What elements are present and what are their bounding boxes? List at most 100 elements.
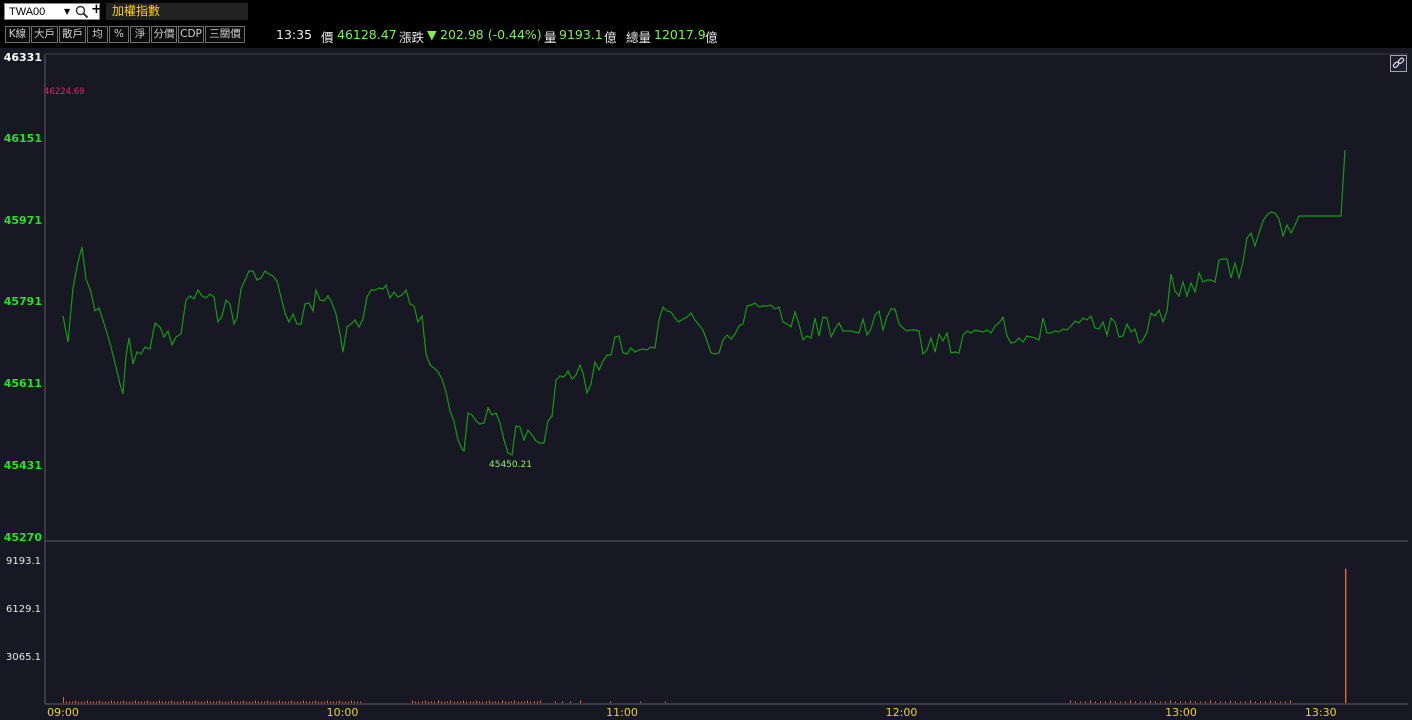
y-tick-label: 46331 xyxy=(4,51,42,64)
volume-bar xyxy=(418,701,419,703)
volume-bar xyxy=(243,700,244,703)
volume-bar xyxy=(537,701,538,703)
volume-bar xyxy=(75,700,76,703)
volume-bar xyxy=(315,700,316,703)
volume-bar xyxy=(1180,701,1181,703)
volume-bar xyxy=(1170,700,1171,703)
volume-bar xyxy=(186,701,187,703)
volume-bar xyxy=(153,701,154,703)
volume-bar xyxy=(126,701,127,703)
volume-bar xyxy=(291,700,292,703)
volume-bar xyxy=(1250,700,1251,703)
volume-bar xyxy=(540,700,541,703)
volume-bar xyxy=(306,701,307,703)
volume-bar xyxy=(207,700,208,703)
x-tick-label: 13:30 xyxy=(1305,706,1337,719)
volume-bar xyxy=(261,701,262,703)
volume-bar xyxy=(225,701,226,703)
volume-bar xyxy=(141,701,142,703)
volume-bar xyxy=(1080,701,1081,703)
volume-bar xyxy=(135,700,136,703)
volume-bar xyxy=(1175,701,1176,703)
volume-bar xyxy=(447,701,448,703)
y-tick-label: 45791 xyxy=(4,295,42,308)
volume-bar xyxy=(219,700,220,703)
volume-bar xyxy=(288,701,289,703)
volume-bar xyxy=(264,701,265,703)
volume-bar xyxy=(610,701,611,703)
volume-bar xyxy=(204,701,205,703)
volume-bar xyxy=(84,701,85,703)
volume-bar xyxy=(431,701,432,703)
volume-bar xyxy=(147,700,148,703)
volume-bar xyxy=(66,701,67,703)
volume-bar xyxy=(1075,701,1076,703)
volume-bar xyxy=(108,701,109,703)
volume-bar xyxy=(99,700,100,703)
volume-bar xyxy=(1280,701,1281,703)
volume-bar xyxy=(300,701,301,703)
volume-bar xyxy=(1215,701,1216,703)
volume-bar xyxy=(246,701,247,703)
volume-bar xyxy=(1125,701,1126,703)
volume-bar xyxy=(511,701,512,703)
volume-bar xyxy=(171,700,172,703)
volume-bar xyxy=(466,701,467,703)
volume-bar xyxy=(1120,701,1121,703)
volume-tick-label: 6129.1 xyxy=(6,604,41,615)
volume-bar xyxy=(1165,701,1166,703)
volume-bar xyxy=(348,701,349,703)
volume-bar xyxy=(177,701,178,703)
volume-bar xyxy=(1230,700,1231,703)
volume-bar xyxy=(434,701,435,703)
volume-bar xyxy=(279,700,280,703)
volume-bar xyxy=(231,700,232,703)
price-series-line xyxy=(62,149,1346,456)
volume-bar xyxy=(156,701,157,703)
volume-bar xyxy=(1200,701,1201,703)
volume-bar xyxy=(252,701,253,703)
volume-bar xyxy=(144,701,145,703)
volume-bar xyxy=(1155,701,1156,703)
volume-bar xyxy=(90,701,91,703)
volume-bar xyxy=(69,701,70,703)
volume-bar xyxy=(1265,701,1266,703)
volume-bar xyxy=(336,701,337,703)
volume-bar xyxy=(72,701,73,703)
volume-bar xyxy=(425,700,426,703)
volume-bar xyxy=(505,701,506,703)
volume-bar xyxy=(237,701,238,703)
volume-bar xyxy=(273,701,274,703)
link-icon[interactable] xyxy=(1390,55,1407,72)
volume-bar xyxy=(303,700,304,703)
volume-bar xyxy=(1240,701,1241,703)
volume-bar xyxy=(132,701,133,703)
volume-bar xyxy=(150,701,151,703)
volume-bar xyxy=(492,701,493,703)
volume-bar xyxy=(159,700,160,703)
x-tick-label: 13:00 xyxy=(1165,706,1197,719)
volume-bar xyxy=(165,701,166,703)
volume-bar xyxy=(267,700,268,703)
volume-bar xyxy=(502,700,503,703)
volume-bar xyxy=(339,700,340,703)
volume-bar xyxy=(285,701,286,703)
volume-bar xyxy=(1235,701,1236,703)
volume-bar xyxy=(324,701,325,703)
volume-bar xyxy=(309,701,310,703)
volume-bar xyxy=(444,701,445,703)
volume-bar xyxy=(495,701,496,703)
volume-bar xyxy=(412,700,413,703)
volume-bar xyxy=(1150,700,1151,703)
volume-bar xyxy=(640,701,641,703)
volume-bar xyxy=(360,701,361,703)
volume-bar xyxy=(1195,701,1196,703)
volume-bar xyxy=(354,701,355,703)
volume-bar xyxy=(1225,701,1226,703)
y-tick-label: 45270 xyxy=(4,531,43,544)
volume-bar xyxy=(508,701,509,703)
volume-bar xyxy=(534,701,535,703)
volume-bar xyxy=(198,701,199,703)
volume-bar xyxy=(201,701,202,703)
volume-bar xyxy=(189,701,190,703)
